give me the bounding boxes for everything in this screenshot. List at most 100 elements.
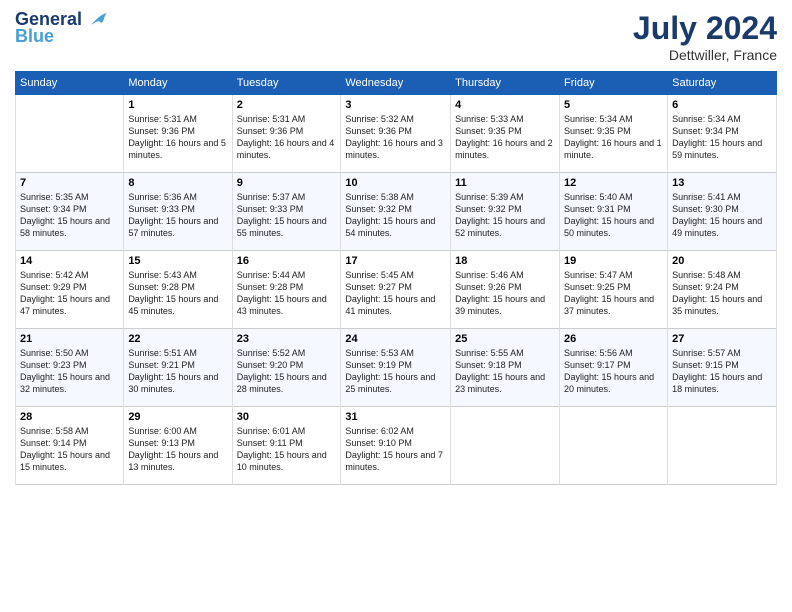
calendar-cell: 15 Sunrise: 5:43 AM Sunset: 9:28 PM Dayli…: [124, 251, 232, 329]
day-number: 6: [672, 99, 772, 111]
day-number: 24: [345, 333, 446, 345]
day-info: Sunrise: 5:55 AM Sunset: 9:18 PM Dayligh…: [455, 347, 555, 396]
calendar-cell: 11 Sunrise: 5:39 AM Sunset: 9:32 PM Dayli…: [451, 173, 560, 251]
calendar-cell: [451, 407, 560, 485]
day-number: 16: [237, 255, 337, 267]
calendar-cell: 4 Sunrise: 5:33 AM Sunset: 9:35 PM Daylig…: [451, 95, 560, 173]
calendar-cell: 10Sunrise: 5:38 AM Sunset: 9:32 PM Dayli…: [341, 173, 451, 251]
calendar-cell: 9Sunrise: 5:37 AM Sunset: 9:33 PM Daylig…: [232, 173, 341, 251]
day-number: 7: [20, 177, 119, 189]
day-number: 8: [128, 177, 227, 189]
weekday-header: Saturday: [668, 72, 777, 95]
day-number: 11: [455, 177, 555, 189]
calendar-cell: 28Sunrise: 5:58 AM Sunset: 9:14 PM Dayli…: [16, 407, 124, 485]
calendar-cell: 16 Sunrise: 5:44 AM Sunset: 9:28 PM Dayli…: [232, 251, 341, 329]
calendar-cell: 6 Sunrise: 5:34 AM Sunset: 9:34 PM Daylig…: [668, 95, 777, 173]
day-number: 26: [564, 333, 663, 345]
day-info: Sunrise: 5:57 AM Sunset: 9:15 PM Dayligh…: [672, 347, 772, 396]
day-info: Sunrise: 5:48 AM Sunset: 9:24 PM Dayligh…: [672, 269, 772, 318]
calendar-cell: 1 Sunrise: 5:31 AM Sunset: 9:36 PM Daylig…: [124, 95, 232, 173]
weekday-header: Thursday: [451, 72, 560, 95]
calendar-week-row: 21 Sunrise: 5:50 AM Sunset: 9:23 PM Dayli…: [16, 329, 777, 407]
day-number: 12: [564, 177, 663, 189]
calendar-cell: [16, 95, 124, 173]
calendar-cell: 5Sunrise: 5:34 AM Sunset: 9:35 PM Daylig…: [560, 95, 668, 173]
weekday-header: Sunday: [16, 72, 124, 95]
calendar-cell: 26 Sunrise: 5:56 AM Sunset: 9:17 PM Dayli…: [560, 329, 668, 407]
day-info: Sunrise: 5:36 AM Sunset: 9:33 PM Dayligh…: [128, 191, 227, 240]
day-info: Sunrise: 5:33 AM Sunset: 9:35 PM Dayligh…: [455, 113, 555, 162]
page-container: General Blue July 2024 Dettwiller, Franc…: [0, 0, 792, 495]
day-info: Sunrise: 5:46 AM Sunset: 9:26 PM Dayligh…: [455, 269, 555, 318]
day-info: Sunrise: 5:34 AM Sunset: 9:34 PM Dayligh…: [672, 113, 772, 162]
day-number: 23: [237, 333, 337, 345]
calendar-cell: [560, 407, 668, 485]
day-info: Sunrise: 5:32 AM Sunset: 9:36 PM Dayligh…: [345, 113, 446, 162]
calendar-week-row: 14 Sunrise: 5:42 AM Sunset: 9:29 PM Dayli…: [16, 251, 777, 329]
calendar-week-row: 7 Sunrise: 5:35 AM Sunset: 9:34 PM Daylig…: [16, 173, 777, 251]
calendar-cell: 13 Sunrise: 5:41 AM Sunset: 9:30 PM Dayli…: [668, 173, 777, 251]
day-info: Sunrise: 5:31 AM Sunset: 9:36 PM Dayligh…: [128, 113, 227, 162]
calendar-cell: 8 Sunrise: 5:36 AM Sunset: 9:33 PM Daylig…: [124, 173, 232, 251]
calendar-cell: 30Sunrise: 6:01 AM Sunset: 9:11 PM Dayli…: [232, 407, 341, 485]
day-number: 20: [672, 255, 772, 267]
calendar-cell: 19Sunrise: 5:47 AM Sunset: 9:25 PM Dayli…: [560, 251, 668, 329]
day-info: Sunrise: 5:58 AM Sunset: 9:14 PM Dayligh…: [20, 425, 119, 474]
day-info: Sunrise: 5:44 AM Sunset: 9:28 PM Dayligh…: [237, 269, 337, 318]
calendar-week-row: 28Sunrise: 5:58 AM Sunset: 9:14 PM Dayli…: [16, 407, 777, 485]
header: General Blue July 2024 Dettwiller, Franc…: [15, 10, 777, 63]
calendar-week-row: 1 Sunrise: 5:31 AM Sunset: 9:36 PM Daylig…: [16, 95, 777, 173]
weekday-header: Monday: [124, 72, 232, 95]
day-info: Sunrise: 5:45 AM Sunset: 9:27 PM Dayligh…: [345, 269, 446, 318]
day-number: 31: [345, 411, 446, 423]
weekday-header: Tuesday: [232, 72, 341, 95]
day-number: 1: [128, 99, 227, 111]
day-info: Sunrise: 5:51 AM Sunset: 9:21 PM Dayligh…: [128, 347, 227, 396]
day-number: 17: [345, 255, 446, 267]
day-number: 14: [20, 255, 119, 267]
calendar-table: SundayMondayTuesdayWednesdayThursdayFrid…: [15, 71, 777, 485]
day-number: 18: [455, 255, 555, 267]
day-info: Sunrise: 5:52 AM Sunset: 9:20 PM Dayligh…: [237, 347, 337, 396]
day-info: Sunrise: 6:02 AM Sunset: 9:10 PM Dayligh…: [345, 425, 446, 474]
calendar-cell: 23 Sunrise: 5:52 AM Sunset: 9:20 PM Dayli…: [232, 329, 341, 407]
weekday-header: Wednesday: [341, 72, 451, 95]
calendar-cell: 7 Sunrise: 5:35 AM Sunset: 9:34 PM Daylig…: [16, 173, 124, 251]
day-number: 27: [672, 333, 772, 345]
day-number: 25: [455, 333, 555, 345]
calendar-cell: 21 Sunrise: 5:50 AM Sunset: 9:23 PM Dayli…: [16, 329, 124, 407]
day-info: Sunrise: 5:35 AM Sunset: 9:34 PM Dayligh…: [20, 191, 119, 240]
calendar-cell: [668, 407, 777, 485]
calendar-cell: 12Sunrise: 5:40 AM Sunset: 9:31 PM Dayli…: [560, 173, 668, 251]
calendar-cell: 14 Sunrise: 5:42 AM Sunset: 9:29 PM Dayli…: [16, 251, 124, 329]
day-info: Sunrise: 5:41 AM Sunset: 9:30 PM Dayligh…: [672, 191, 772, 240]
day-info: Sunrise: 5:43 AM Sunset: 9:28 PM Dayligh…: [128, 269, 227, 318]
calendar-cell: 3 Sunrise: 5:32 AM Sunset: 9:36 PM Daylig…: [341, 95, 451, 173]
day-number: 15: [128, 255, 227, 267]
day-number: 19: [564, 255, 663, 267]
day-info: Sunrise: 5:39 AM Sunset: 9:32 PM Dayligh…: [455, 191, 555, 240]
day-info: Sunrise: 5:38 AM Sunset: 9:32 PM Dayligh…: [345, 191, 446, 240]
calendar-cell: 27 Sunrise: 5:57 AM Sunset: 9:15 PM Dayli…: [668, 329, 777, 407]
day-info: Sunrise: 5:56 AM Sunset: 9:17 PM Dayligh…: [564, 347, 663, 396]
day-number: 13: [672, 177, 772, 189]
day-info: Sunrise: 6:01 AM Sunset: 9:11 PM Dayligh…: [237, 425, 337, 474]
calendar-cell: 22 Sunrise: 5:51 AM Sunset: 9:21 PM Dayli…: [124, 329, 232, 407]
calendar-cell: 31 Sunrise: 6:02 AM Sunset: 9:10 PM Dayli…: [341, 407, 451, 485]
day-number: 21: [20, 333, 119, 345]
day-info: Sunrise: 5:42 AM Sunset: 9:29 PM Dayligh…: [20, 269, 119, 318]
logo-bird-icon: [89, 11, 111, 29]
day-info: Sunrise: 5:50 AM Sunset: 9:23 PM Dayligh…: [20, 347, 119, 396]
calendar-cell: 2Sunrise: 5:31 AM Sunset: 9:36 PM Daylig…: [232, 95, 341, 173]
day-number: 4: [455, 99, 555, 111]
calendar-cell: 25 Sunrise: 5:55 AM Sunset: 9:18 PM Dayli…: [451, 329, 560, 407]
day-number: 29: [128, 411, 227, 423]
month-title: July 2024: [633, 10, 777, 47]
day-number: 9: [237, 177, 337, 189]
day-info: Sunrise: 6:00 AM Sunset: 9:13 PM Dayligh…: [128, 425, 227, 474]
day-number: 5: [564, 99, 663, 111]
day-info: Sunrise: 5:31 AM Sunset: 9:36 PM Dayligh…: [237, 113, 337, 162]
day-number: 22: [128, 333, 227, 345]
day-number: 3: [345, 99, 446, 111]
title-block: July 2024 Dettwiller, France: [633, 10, 777, 63]
